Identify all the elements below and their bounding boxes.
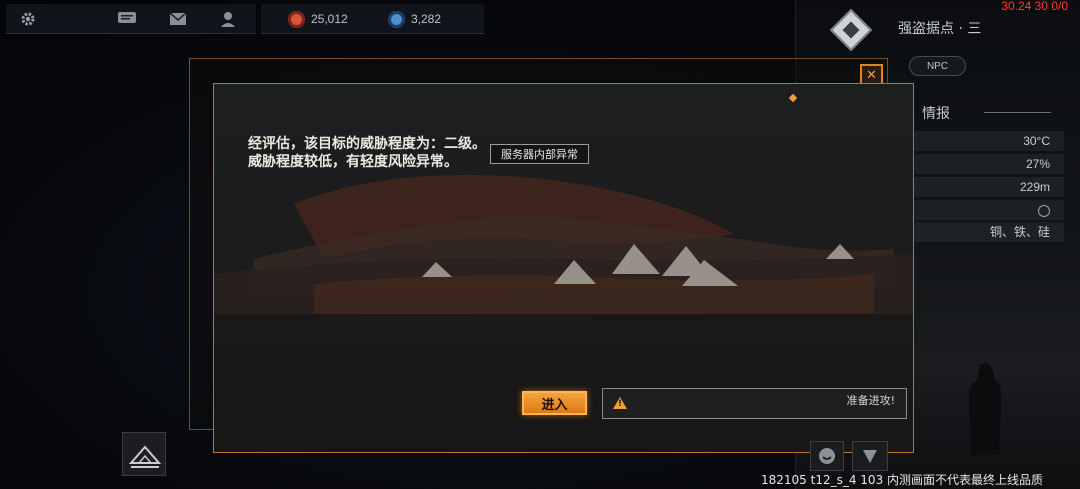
person-icon[interactable] (217, 9, 239, 29)
threat-evaluation-line1: 经评估，该目标的威胁程度为：二级。 (248, 136, 486, 152)
dropdown-button[interactable] (852, 441, 888, 471)
environment-icon (1038, 204, 1050, 217)
resource-group: 25,012 3,282 (261, 4, 484, 34)
resource-red-value: 25,012 (311, 12, 348, 26)
debug-readout: 30.24 30 0/0 (1001, 0, 1068, 13)
character-silhouette (968, 363, 1002, 455)
attack-warning-box: ! 准备进攻! (602, 388, 907, 419)
mountain-icon (128, 445, 162, 468)
warning-symbol: ! (618, 399, 623, 409)
resource-red[interactable]: 25,012 (288, 9, 348, 29)
info-environment (914, 200, 1064, 220)
resource-blue-value: 3,282 (411, 12, 442, 26)
threat-evaluation-line2: 威胁程度较低，有轻度风险异常。 (248, 154, 458, 170)
attack-warning-text: 准备进攻! (846, 394, 895, 407)
chat-icon[interactable] (116, 9, 138, 29)
footer-disclaimer: 182105 t12_s_4 103 内测画面不代表最终上线品质 (761, 473, 1044, 487)
top-menu-group (6, 4, 256, 34)
info-divider (984, 112, 1051, 113)
npc-badge: NPC (909, 56, 966, 76)
info-resources: 铜、铁、硅 (914, 222, 1064, 242)
info-altitude: 229m (914, 177, 1064, 197)
resource-blue[interactable]: 3,282 (388, 9, 441, 29)
info-temperature: 30°C (914, 131, 1064, 151)
triangle-down-icon (863, 450, 877, 463)
top-bar: 25,012 3,282 (6, 4, 484, 36)
smiley-icon (819, 448, 835, 464)
location-title: 强盗据点 · 三 (898, 21, 982, 37)
info-title: 情报 (922, 106, 950, 122)
red-resource-icon (288, 10, 305, 28)
mail-icon[interactable] (167, 9, 189, 29)
smiley-button[interactable] (810, 441, 844, 471)
warning-icon: ! (613, 397, 627, 409)
server-error-tooltip: 服务器内部异常 (490, 144, 589, 164)
threat-evaluation-text: 经评估，该目标的威胁程度为：二级。 威胁程度较低，有轻度风险异常。 (248, 135, 486, 171)
info-humidity: 27% (914, 154, 1064, 174)
terrain-button[interactable] (122, 432, 166, 476)
enter-button[interactable]: 进入 (522, 391, 587, 415)
blue-resource-icon (388, 10, 405, 28)
gear-icon[interactable] (17, 9, 39, 29)
